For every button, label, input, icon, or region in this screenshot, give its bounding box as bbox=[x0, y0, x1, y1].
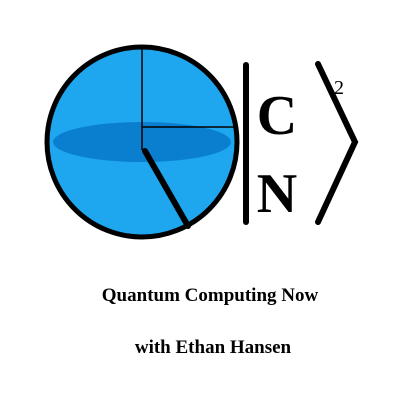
podcast-title: Quantum Computing Now bbox=[101, 285, 319, 306]
superscript-two: 2 bbox=[334, 77, 344, 99]
letter-c: C bbox=[257, 85, 297, 147]
letter-n: N bbox=[257, 163, 297, 225]
podcast-host: with Ethan Hansen bbox=[134, 337, 292, 358]
podcast-logo: C N 2 bbox=[44, 44, 359, 240]
